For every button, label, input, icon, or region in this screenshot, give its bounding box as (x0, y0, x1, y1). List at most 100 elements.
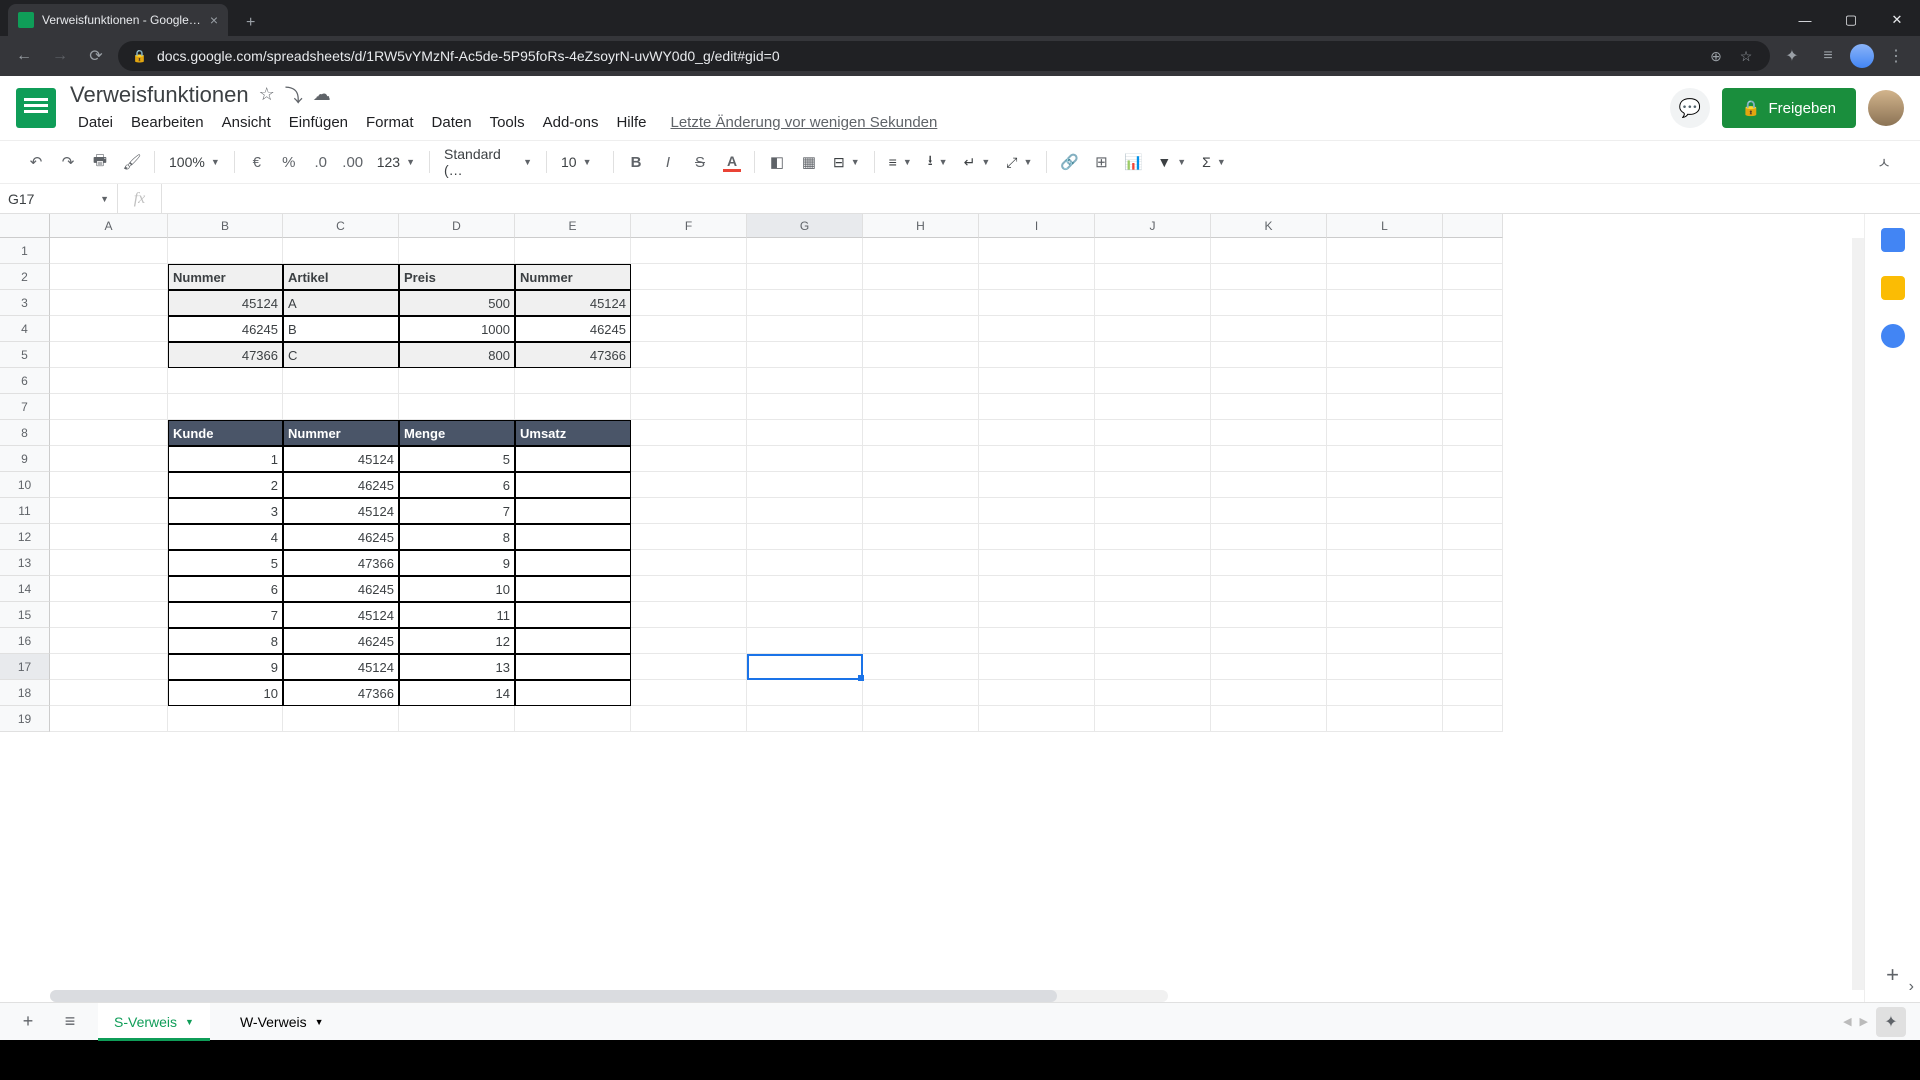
cell-A13[interactable] (50, 550, 168, 576)
cell-C13[interactable]: 47366 (283, 550, 399, 576)
cell-overflow-3[interactable] (1443, 290, 1503, 316)
row-header-14[interactable]: 14 (0, 576, 50, 602)
col-header-J[interactable]: J (1095, 214, 1211, 238)
cell-I1[interactable] (979, 238, 1095, 264)
cell-H18[interactable] (863, 680, 979, 706)
extensions-icon[interactable]: ✦ (1778, 42, 1806, 70)
cell-B4[interactable]: 46245 (168, 316, 283, 342)
cell-K3[interactable] (1211, 290, 1327, 316)
cell-E3[interactable]: 45124 (515, 290, 631, 316)
zoom-select[interactable]: 100%▼ (163, 154, 226, 170)
cell-C6[interactable] (283, 368, 399, 394)
decrease-decimal-button[interactable]: .0 (307, 148, 335, 176)
cell-A8[interactable] (50, 420, 168, 446)
cell-D6[interactable] (399, 368, 515, 394)
cell-D19[interactable] (399, 706, 515, 732)
cell-I6[interactable] (979, 368, 1095, 394)
number-format-select[interactable]: 123▼ (371, 154, 421, 170)
cell-F5[interactable] (631, 342, 747, 368)
cell-E12[interactable] (515, 524, 631, 550)
cell-D18[interactable]: 14 (399, 680, 515, 706)
cell-E18[interactable] (515, 680, 631, 706)
browser-menu-icon[interactable]: ⋮ (1882, 42, 1910, 70)
cell-overflow-6[interactable] (1443, 368, 1503, 394)
cell-E19[interactable] (515, 706, 631, 732)
cell-J6[interactable] (1095, 368, 1211, 394)
row-header-7[interactable]: 7 (0, 394, 50, 420)
cell-C2[interactable]: Artikel (283, 264, 399, 290)
cell-E17[interactable] (515, 654, 631, 680)
cell-B12[interactable]: 4 (168, 524, 283, 550)
move-doc-icon[interactable]: ⤵ (285, 82, 303, 108)
cell-F1[interactable] (631, 238, 747, 264)
new-tab-button[interactable]: + (238, 10, 263, 36)
cell-overflow-16[interactable] (1443, 628, 1503, 654)
cell-J3[interactable] (1095, 290, 1211, 316)
col-header-B[interactable]: B (168, 214, 283, 238)
cell-H6[interactable] (863, 368, 979, 394)
cell-overflow-11[interactable] (1443, 498, 1503, 524)
cell-A6[interactable] (50, 368, 168, 394)
cell-D12[interactable]: 8 (399, 524, 515, 550)
merge-button[interactable]: ⊟▼ (827, 154, 866, 171)
row-header-4[interactable]: 4 (0, 316, 50, 342)
add-sheet-button[interactable]: + (14, 1011, 42, 1032)
cell-G14[interactable] (747, 576, 863, 602)
row-header-17[interactable]: 17 (0, 654, 50, 680)
cell-K15[interactable] (1211, 602, 1327, 628)
cell-C10[interactable]: 46245 (283, 472, 399, 498)
cell-E14[interactable] (515, 576, 631, 602)
col-header-H[interactable]: H (863, 214, 979, 238)
cell-G10[interactable] (747, 472, 863, 498)
menu-tools[interactable]: Tools (482, 110, 533, 135)
cell-E13[interactable] (515, 550, 631, 576)
cell-D11[interactable]: 7 (399, 498, 515, 524)
cell-C18[interactable]: 47366 (283, 680, 399, 706)
row-header-5[interactable]: 5 (0, 342, 50, 368)
cell-K1[interactable] (1211, 238, 1327, 264)
paint-format-button[interactable]: 🖌 (118, 148, 146, 176)
row-header-6[interactable]: 6 (0, 368, 50, 394)
cell-overflow-19[interactable] (1443, 706, 1503, 732)
cell-K14[interactable] (1211, 576, 1327, 602)
cell-L4[interactable] (1327, 316, 1443, 342)
cell-F6[interactable] (631, 368, 747, 394)
cell-G16[interactable] (747, 628, 863, 654)
collapse-toolbar-button[interactable]: ㅅ (1870, 148, 1898, 176)
cell-overflow-13[interactable] (1443, 550, 1503, 576)
cell-G12[interactable] (747, 524, 863, 550)
row-header-18[interactable]: 18 (0, 680, 50, 706)
cell-I12[interactable] (979, 524, 1095, 550)
cell-I7[interactable] (979, 394, 1095, 420)
spreadsheet-grid[interactable]: ABCDEFGHIJKL12NummerArtikelPreisNummer34… (0, 214, 1864, 732)
menu-einfuegen[interactable]: Einfügen (281, 110, 356, 135)
menu-bearbeiten[interactable]: Bearbeiten (123, 110, 212, 135)
cell-A3[interactable] (50, 290, 168, 316)
cell-E1[interactable] (515, 238, 631, 264)
share-button[interactable]: 🔒 Freigeben (1722, 88, 1856, 128)
cell-L10[interactable] (1327, 472, 1443, 498)
star-doc-icon[interactable]: ☆ (259, 84, 275, 105)
cell-J15[interactable] (1095, 602, 1211, 628)
cell-G17[interactable] (747, 654, 863, 680)
cell-E7[interactable] (515, 394, 631, 420)
row-header-10[interactable]: 10 (0, 472, 50, 498)
cell-A5[interactable] (50, 342, 168, 368)
cell-K17[interactable] (1211, 654, 1327, 680)
expand-sidepanel-button[interactable]: › (1909, 978, 1914, 996)
cell-F18[interactable] (631, 680, 747, 706)
cell-G19[interactable] (747, 706, 863, 732)
cell-A9[interactable] (50, 446, 168, 472)
cell-D10[interactable]: 6 (399, 472, 515, 498)
cell-A7[interactable] (50, 394, 168, 420)
cell-E4[interactable]: 46245 (515, 316, 631, 342)
cell-D13[interactable]: 9 (399, 550, 515, 576)
cell-G11[interactable] (747, 498, 863, 524)
cell-D5[interactable]: 800 (399, 342, 515, 368)
cell-J14[interactable] (1095, 576, 1211, 602)
rotate-button[interactable]: ⤢▼ (1000, 154, 1038, 171)
cell-I11[interactable] (979, 498, 1095, 524)
row-header-13[interactable]: 13 (0, 550, 50, 576)
cell-G18[interactable] (747, 680, 863, 706)
cell-C9[interactable]: 45124 (283, 446, 399, 472)
